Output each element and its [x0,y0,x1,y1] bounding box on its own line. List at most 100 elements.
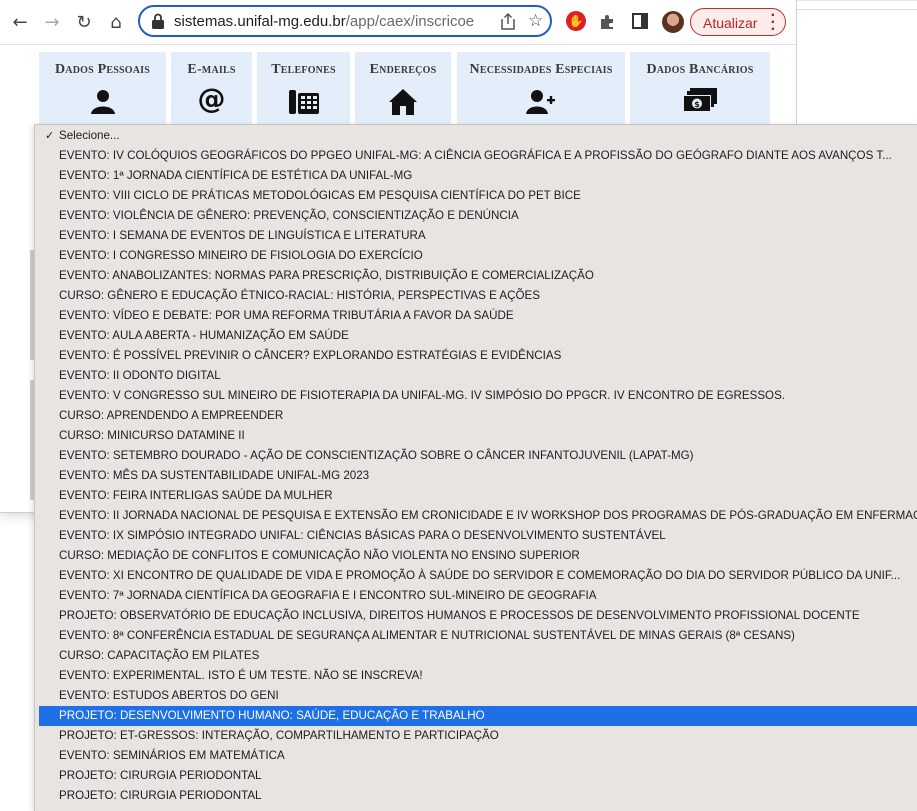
event-select-dropdown[interactable]: ✓ Selecione... EVENTO: IV COLÓQUIOS GEOGRÁ… [34,124,917,811]
dropdown-option-label: CURSO: APRENDENDO A EMPREENDER [59,409,284,422]
dropdown-option[interactable]: CURSO: CAPACITAÇÃO EM PILATES [39,646,917,666]
dropdown-option[interactable]: EVENTO: 7ª JORNADA CIENTÍFICA DA GEOGRAF… [39,586,917,606]
tab-necessidades-especiais[interactable]: Necessidades Especiais [457,52,625,124]
dropdown-option-label: EVENTO: SETEMBRO DOURADO - AÇÃO DE CONSC… [59,449,694,462]
dropdown-option-label: PROJETO: CIRURGIA PERIODONTAL [59,789,262,802]
tab-enderecos[interactable]: Endereços [355,52,451,124]
dropdown-option[interactable]: EVENTO: 1ª JORNADA CIENTÍFICA DE ESTÉTIC… [39,166,917,186]
dropdown-option[interactable]: CURSO: MEDIAÇÃO DE CONFLITOS E COMUNICAÇ… [39,546,917,566]
dropdown-option-label: EVENTO: I SEMANA DE EVENTOS DE LINGUÍSTI… [59,229,426,242]
home-icon [389,89,417,115]
dropdown-option-label: EVENTO: ESTUDOS ABERTOS DO GENI [59,689,279,702]
dropdown-option[interactable]: EVENTO: AULA ABERTA - HUMANIZAÇÃO EM SAÚ… [39,326,917,346]
dropdown-option-label: CURSO: CAPACITAÇÃO EM PILATES [59,649,260,662]
dropdown-option-label: EVENTO: XI ENCONTRO DE QUALIDADE DE VIDA… [59,569,901,582]
dropdown-option[interactable]: EVENTO: FEIRA INTERLIGAS SAÚDE DA MULHER [39,486,917,506]
add-user-icon [526,90,555,114]
dropdown-option[interactable]: EVENTO: SETEMBRO DOURADO - AÇÃO DE CONSC… [39,446,917,466]
lock-icon [152,13,164,29]
dropdown-option-label: CURSO: MEDIAÇÃO DE CONFLITOS E COMUNICAÇ… [59,549,580,562]
dropdown-option[interactable]: EVENTO: MÊS DA SUSTENTABILIDADE UNIFAL-M… [39,466,917,486]
tab-label: Endereços [369,62,437,77]
dropdown-option[interactable]: EVENTO: 8ª CONFERÊNCIA ESTADUAL DE SEGUR… [39,626,917,646]
dropdown-option-label: EVENTO: II JORNADA NACIONAL DE PESQUISA … [59,509,917,522]
tab-emails[interactable]: E-mails @ [171,52,252,124]
address-bar[interactable]: sistemas.unifal-mg.edu.br/app/caex/inscr… [138,5,552,37]
browser-toolbar: ← → ↻ ⌂ sistemas.unifal-mg.edu.br/app/ca… [0,0,796,45]
dropdown-option-label: EVENTO: IV COLÓQUIOS GEOGRÁFICOS DO PPGE… [59,149,892,162]
dropdown-option[interactable]: PROJETO: CIRURGIA PERIODONTAL [39,766,917,786]
tab-label: E-mails [187,62,236,77]
stop-extension-icon[interactable]: ✋ [566,11,586,31]
dropdown-option[interactable]: EVENTO: II JORNADA NACIONAL DE PESQUISA … [39,506,917,526]
svg-text:$: $ [694,100,700,109]
dropdown-option-label: EVENTO: MÊS DA SUSTENTABILIDADE UNIFAL-M… [59,469,370,482]
dropdown-option[interactable]: CURSO: GÊNERO E EDUCAÇÃO ÉTNICO-RACIAL: … [39,286,917,306]
dropdown-option-label: CURSO: MINICURSO DATAMINE II [59,429,245,442]
dropdown-option[interactable]: PROJETO: ET-GRESSOS: INTERAÇÃO, COMPARTI… [39,726,917,746]
dropdown-option[interactable]: EVENTO: I CONGRESSO MINEIRO DE FISIOLOGI… [39,246,917,266]
tab-dados-pessoais[interactable]: Dados Pessoais [39,52,166,124]
dropdown-option-label: EVENTO: 1ª JORNADA CIENTÍFICA DE ESTÉTIC… [59,169,413,182]
dropdown-option[interactable]: EVENTO: ANABOLIZANTES: NORMAS PARA PRESC… [39,266,917,286]
dropdown-option-label: EVENTO: SEMINÁRIOS EM MATEMÁTICA [59,749,285,762]
more-menu-icon: · · · [770,7,776,38]
tab-label: Telefones [271,62,336,77]
dropdown-option[interactable]: EVENTO: É POSSÍVEL PREVINIR O CÂNCER? EX… [39,346,917,366]
dropdown-option[interactable]: EVENTO: ESTUDOS ABERTOS DO GENI [39,686,917,706]
dropdown-option[interactable]: CURSO: APRENDENDO A EMPREENDER [39,406,917,426]
dropdown-option[interactable]: PROJETO: OBSERVATÓRIO DE EDUCAÇÃO INCLUS… [39,606,917,626]
bookmark-star-icon[interactable]: ☆ [528,11,543,31]
dropdown-option-label: EVENTO: EXPERIMENTAL. ISTO É UM TESTE. N… [59,669,423,682]
dropdown-option-label: CURSO: GÊNERO E EDUCAÇÃO ÉTNICO-RACIAL: … [59,289,541,302]
dropdown-option-label: EVENTO: VIOLÊNCIA DE GÊNERO: PREVENÇÃO, … [59,209,519,222]
tab-telefones[interactable]: Telefones [257,52,350,124]
dropdown-option-label: EVENTO: I CONGRESSO MINEIRO DE FISIOLOGI… [59,249,423,262]
dropdown-option[interactable]: EVENTO: V CONGRESSO SUL MINEIRO DE FISIO… [39,386,917,406]
dropdown-option[interactable]: CURSO: MINICURSO DATAMINE II [39,426,917,446]
dropdown-option-label: EVENTO: ANABOLIZANTES: NORMAS PARA PRESC… [59,269,594,282]
dropdown-option-label: PROJETO: OBSERVATÓRIO DE EDUCAÇÃO INCLUS… [59,609,860,622]
extensions-puzzle-icon[interactable] [598,13,616,31]
dropdown-option[interactable]: EVENTO: VÍDEO E DEBATE: POR UMA REFORMA … [39,306,917,326]
profile-avatar[interactable] [662,11,684,33]
dropdown-option[interactable]: EVENTO: SEMINÁRIOS EM MATEMÁTICA [39,746,917,766]
tab-label: Dados Bancários [646,62,754,77]
dropdown-option-label: EVENTO: AULA ABERTA - HUMANIZAÇÃO EM SAÚ… [59,329,349,342]
url-text: sistemas.unifal-mg.edu.br/app/caex/inscr… [174,13,474,30]
dropdown-option-label: EVENTO: É POSSÍVEL PREVINIR O CÂNCER? EX… [59,349,562,362]
dropdown-option[interactable]: EVENTO: VIOLÊNCIA DE GÊNERO: PREVENÇÃO, … [39,206,917,226]
dropdown-option-label: EVENTO: FEIRA INTERLIGAS SAÚDE DA MULHER [59,489,333,502]
share-icon[interactable] [500,13,516,31]
dropdown-option[interactable]: EVENTO: I SEMANA DE EVENTOS DE LINGUÍSTI… [39,226,917,246]
dropdown-option[interactable]: PROJETO: CIRURGIA PERIODONTAL [39,786,917,806]
dropdown-option-placeholder[interactable]: ✓ Selecione... [39,126,917,146]
tab-label: Necessidades Especiais [469,62,613,77]
dropdown-option[interactable]: EVENTO: IV COLÓQUIOS GEOGRÁFICOS DO PPGE… [39,146,917,166]
dropdown-option[interactable]: EVENTO: XI ENCONTRO DE QUALIDADE DE VIDA… [39,566,917,586]
dropdown-option-label: PROJETO: ET-GRESSOS: INTERAÇÃO, COMPARTI… [59,729,499,742]
reload-icon[interactable]: ↻ [72,10,96,34]
home-icon[interactable]: ⌂ [104,10,128,34]
dropdown-option[interactable]: EVENTO: EXPERIMENTAL. ISTO É UM TESTE. N… [39,666,917,686]
back-icon[interactable]: ← [8,10,32,34]
dropdown-option-label: EVENTO: 7ª JORNADA CIENTÍFICA DA GEOGRAF… [59,589,597,602]
dropdown-option-label: EVENTO: VÍDEO E DEBATE: POR UMA REFORMA … [59,309,514,322]
dropdown-option[interactable]: EVENTO: II ODONTO DIGITAL [39,366,917,386]
update-label: Atualizar [703,15,758,31]
forward-icon[interactable]: → [40,10,64,34]
dropdown-option-label: PROJETO: DESENVOLVIMENTO HUMANO: SAÚDE, … [59,709,485,722]
at-icon: @ [197,82,226,115]
dropdown-option-label: EVENTO: II ODONTO DIGITAL [59,369,221,382]
dropdown-option[interactable]: EVENTO: VIII CICLO DE PRÁTICAS METODOLÓG… [39,186,917,206]
update-button[interactable]: Atualizar · · · [690,7,786,38]
sidepanel-icon[interactable] [632,13,648,29]
phone-icon [288,90,319,114]
dropdown-option-label: Selecione... [59,129,120,142]
dropdown-option-label: EVENTO: V CONGRESSO SUL MINEIRO DE FISIO… [59,389,786,402]
dropdown-option[interactable]: EVENTO: IX SIMPÓSIO INTEGRADO UNIFAL: CI… [39,526,917,546]
dropdown-option-label: EVENTO: 8ª CONFERÊNCIA ESTADUAL DE SEGUR… [59,629,795,642]
dropdown-option[interactable]: PROJETO: DESENVOLVIMENTO HUMANO: SAÚDE, … [39,706,917,726]
dropdown-option-label: EVENTO: VIII CICLO DE PRÁTICAS METODOLÓG… [59,189,581,202]
tab-dados-bancarios[interactable]: Dados Bancários $ [630,52,770,124]
